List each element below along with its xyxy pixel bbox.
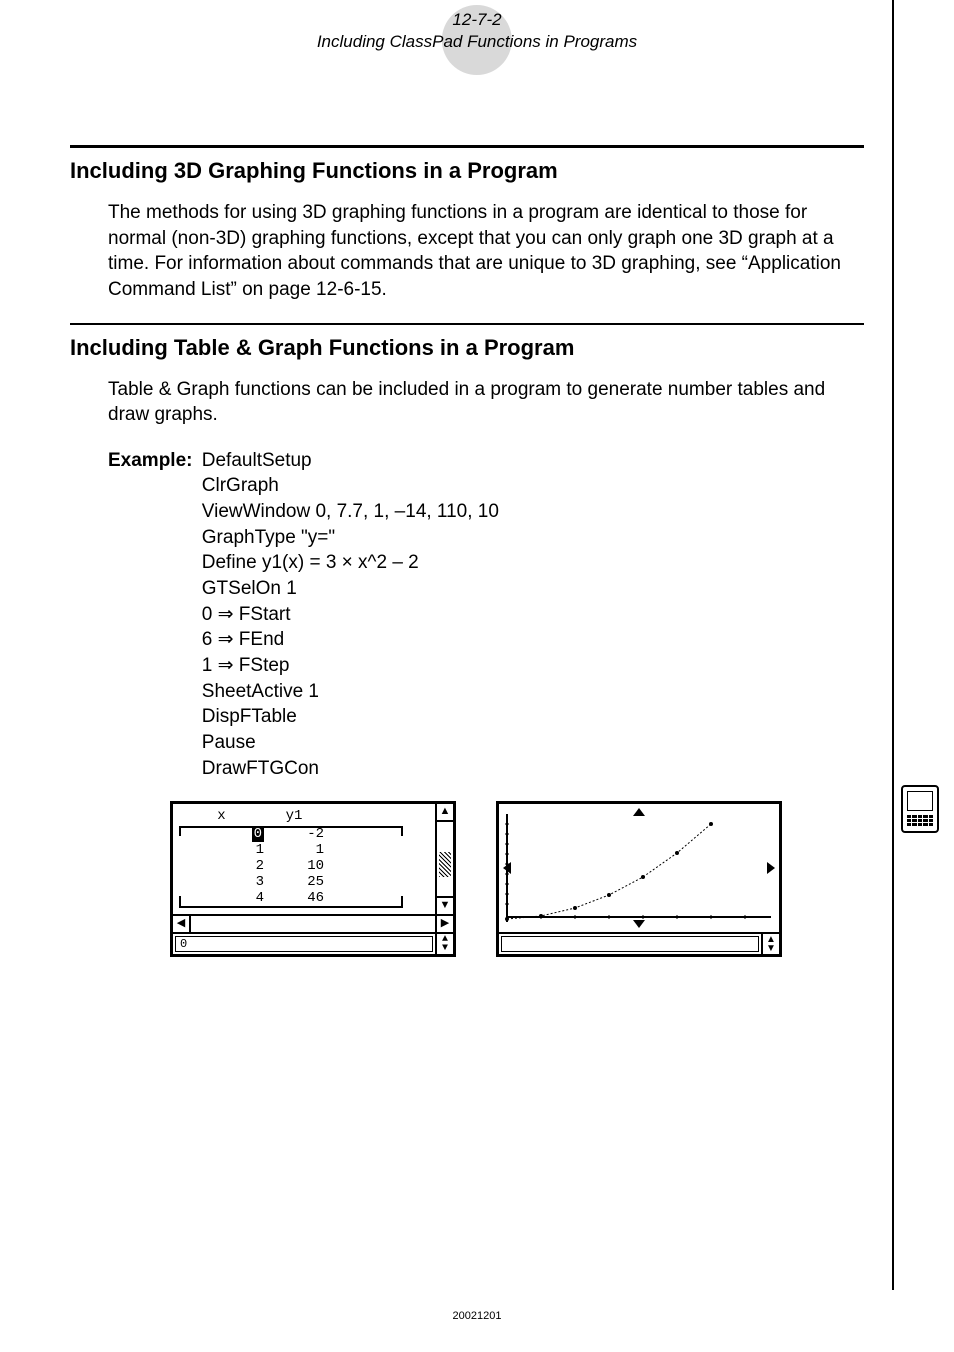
page-header: 12-7-2 Including ClassPad Functions in P… xyxy=(317,10,637,52)
table-col-y: y1 xyxy=(264,808,324,824)
vertical-scrollbar[interactable]: ▲ ▼ xyxy=(435,804,453,914)
code-line: GTSelOn 1 xyxy=(202,576,499,602)
scroll-up-arrow-icon[interactable]: ▲ xyxy=(437,804,453,822)
table-cell-y: -2 xyxy=(264,826,324,842)
code-line: SheetActive 1 xyxy=(202,679,499,705)
section-heading-tablegraph: Including Table & Graph Functions in a P… xyxy=(70,335,864,361)
table-cell-x: 4 xyxy=(179,890,264,906)
table-row: 210 xyxy=(179,858,429,874)
table-cell-x: 2 xyxy=(179,858,264,874)
section-body-3d: The methods for using 3D graphing functi… xyxy=(70,200,864,303)
table-cell-y: 25 xyxy=(264,874,324,890)
example-block: Example: DefaultSetup ClrGraph ViewWindo… xyxy=(70,448,864,781)
table-row: 11 xyxy=(179,842,429,858)
graph-plot xyxy=(499,804,779,934)
footer-code: 20021201 xyxy=(453,1310,502,1322)
table-cell-y: 46 xyxy=(264,890,324,906)
table-cell-y: 10 xyxy=(264,858,324,874)
scroll-right-arrow-icon[interactable]: ▶ xyxy=(435,916,453,932)
scroll-down-arrow-icon[interactable]: ▼ xyxy=(437,896,453,914)
table-cell-x: 1 xyxy=(179,842,264,858)
exec-icon[interactable]: ▲▼ xyxy=(435,934,453,954)
code-line: ViewWindow 0, 7.7, 1, –14, 110, 10 xyxy=(202,499,499,525)
table-area: x y1 0-211210325446 xyxy=(173,804,435,914)
section-divider xyxy=(70,145,864,148)
code-line: DispFTable xyxy=(202,704,499,730)
graph-screenshot: ▲▼ xyxy=(496,801,782,957)
code-line: 1 ⇒ FStep xyxy=(202,653,499,679)
table-cell-y: 1 xyxy=(264,842,324,858)
table-screenshot: x y1 0-211210325446 ▲ ▼ ◀ ▶ xyxy=(170,801,456,957)
table-col-x: x xyxy=(179,808,264,824)
horizontal-scrollbar[interactable]: ◀ ▶ xyxy=(173,916,453,934)
code-line: DrawFTGCon xyxy=(202,756,499,782)
code-line: Define y1(x) = 3 × x^2 – 2 xyxy=(202,550,499,576)
graph-status-value xyxy=(501,936,759,952)
section-body-tablegraph: Table & Graph functions can be included … xyxy=(70,377,864,428)
table-row: 325 xyxy=(179,874,429,890)
table-row: 446 xyxy=(179,890,429,906)
table-cell-x: 0 xyxy=(179,826,264,842)
table-row: 0-2 xyxy=(179,826,429,842)
code-line: GraphType "y=" xyxy=(202,525,499,551)
code-line: Pause xyxy=(202,730,499,756)
code-line: 0 ⇒ FStart xyxy=(202,602,499,628)
section-heading-3d: Including 3D Graphing Functions in a Pro… xyxy=(70,158,864,184)
code-block: DefaultSetup ClrGraph ViewWindow 0, 7.7,… xyxy=(202,448,499,781)
table-cell-x: 3 xyxy=(179,874,264,890)
scroll-thumb[interactable] xyxy=(439,852,451,877)
exec-icon[interactable]: ▲▼ xyxy=(761,934,779,954)
code-line: ClrGraph xyxy=(202,473,499,499)
page-number: 12-7-2 xyxy=(317,10,637,30)
status-value: 0 xyxy=(175,936,433,952)
scroll-left-arrow-icon[interactable]: ◀ xyxy=(173,916,191,932)
example-label: Example: xyxy=(108,448,192,474)
page-subtitle: Including ClassPad Functions in Programs xyxy=(317,32,637,52)
code-line: 6 ⇒ FEnd xyxy=(202,627,499,653)
section-divider xyxy=(70,323,864,325)
code-line: DefaultSetup xyxy=(202,448,499,474)
